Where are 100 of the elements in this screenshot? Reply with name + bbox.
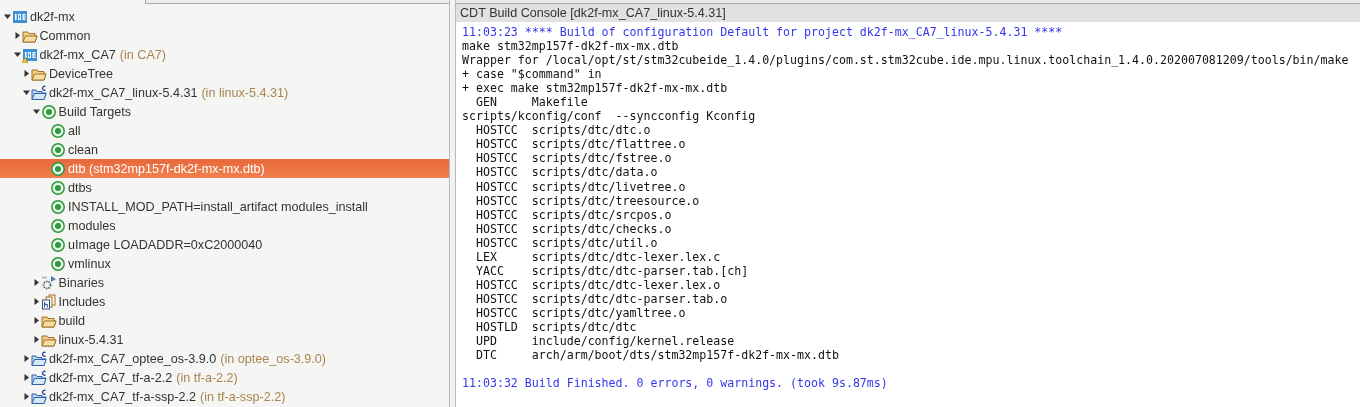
console-line: 11:03:23 **** Build of configuration Default for project dk2f-mx_CA7_linux-5.4.31 **** [462, 25, 1063, 40]
collapsed-arrow-icon[interactable] [32, 336, 40, 343]
console-line: DTC arch/arm/boot/dts/stm32mp157f-dk2f-mx-mx.dtb [474, 348, 839, 363]
tree-item[interactable]: dk2f-mx_CA7_linux-5.4.31 (in linux-5.4.31) [0, 83, 449, 102]
target-icon [40, 103, 57, 120]
target-icon [50, 122, 66, 139]
target-icon [50, 236, 66, 253]
tree-item-label: modules [68, 218, 116, 233]
tree-item-label: Binaries [58, 275, 104, 290]
tree-item-label: dk2f-mx_CA7_tf-a-2.2 [49, 370, 173, 385]
binaries-icon [40, 274, 57, 291]
tree-item[interactable]: dtbs [0, 178, 449, 197]
console-line: GEN Makefile [474, 95, 588, 110]
c-project-folder-icon [31, 369, 47, 386]
tree-item[interactable]: dk2f-mx [0, 7, 449, 26]
location-label: (in linux-5.4.31) [201, 85, 289, 100]
console-line: HOSTCC scripts/dtc/srcpos.o [474, 207, 672, 222]
ide-project-warning-icon [21, 46, 38, 63]
console-line: HOSTCC scripts/dtc/dtc.o [474, 123, 651, 138]
location-label: (in optee_os-3.9.0) [220, 351, 327, 366]
tree-item[interactable]: all [0, 121, 449, 140]
tree-item-label: uImage LOADADDR=0xC2000040 [68, 237, 263, 252]
collapsed-arrow-icon[interactable] [23, 393, 30, 400]
c-project-folder-icon [31, 350, 47, 367]
tree-item[interactable]: Build Targets [0, 102, 449, 121]
collapsed-arrow-icon[interactable] [32, 279, 40, 286]
console-line: make stm32mp157f-dk2f-mx-mx.dtb [462, 39, 679, 54]
tree-item[interactable]: vmlinux [0, 254, 449, 273]
collapsed-arrow-icon[interactable] [32, 317, 40, 324]
expanded-arrow-icon[interactable] [13, 51, 21, 58]
console-line: UPD include/config/kernel.release [474, 334, 735, 349]
console-line: HOSTCC scripts/dtc/dtc-lexer.lex.o [474, 277, 721, 292]
console-line: HOSTLD scripts/dtc/dtc [474, 320, 637, 335]
console-line: + exec make stm32mp157f-dk2f-mx-mx.dtb [462, 81, 728, 96]
tree-item[interactable]: dk2f-mx_CA7_tf-a-ssp-2.2 (in tf-a-ssp-2.2) [0, 387, 449, 406]
expanded-arrow-icon[interactable] [4, 13, 11, 20]
tree-item[interactable]: INSTALL_MOD_PATH=install_artifact modules_install [0, 197, 449, 216]
expanded-arrow-icon[interactable] [32, 108, 40, 115]
collapsed-arrow-icon[interactable] [23, 70, 30, 77]
tree-item-label: DeviceTree [49, 66, 113, 81]
tree-item-label: clean [68, 142, 99, 157]
tree-item[interactable]: dk2f-mx_CA7_optee_os-3.9.0 (in optee_os-3.9.0) [0, 349, 449, 368]
target-icon [50, 217, 66, 234]
console-line: HOSTCC scripts/dtc/treesource.o [474, 193, 700, 208]
tree-item-label: dk2f-mx_CA7_linux-5.4.31 [49, 85, 198, 100]
ide-project-icon [12, 8, 28, 25]
tree-item-label: dtbs [68, 180, 92, 195]
tree-item-label: dk2f-mx_CA7_tf-a-ssp-2.2 [49, 389, 196, 404]
tree-item-label: linux-5.4.31 [58, 332, 124, 347]
collapsed-arrow-icon[interactable] [13, 32, 21, 39]
tree-item-label: Common [39, 28, 91, 43]
tree-item-label: dk2f-mx_CA7_optee_os-3.9.0 [49, 351, 217, 366]
expanded-arrow-icon[interactable] [23, 89, 30, 96]
tree-item-label: INSTALL_MOD_PATH=install_artifact modules_install [68, 199, 368, 214]
tree-item[interactable]: modules [0, 216, 449, 235]
console-line: HOSTCC scripts/dtc/data.o [474, 165, 658, 180]
tree-item-label: all [68, 123, 81, 138]
console-line: HOSTCC scripts/dtc/livetree.o [474, 179, 686, 194]
tree-item[interactable]: dk2f-mx_CA7_tf-a-2.2 (in tf-a-2.2) [0, 368, 449, 387]
tree-item[interactable]: Includes [0, 292, 449, 311]
tree-item-label: dtb (stm32mp157f-dk2f-mx-mx.dtb) [68, 161, 265, 176]
c-project-folder-icon [31, 84, 47, 101]
location-label: (in tf-a-ssp-2.2) [200, 389, 286, 404]
tree-item-label: vmlinux [68, 256, 111, 271]
tree-item[interactable]: uImage LOADADDR=0xC2000040 [0, 235, 449, 254]
location-label: (in tf-a-2.2) [176, 370, 238, 385]
collapsed-arrow-icon[interactable] [32, 298, 40, 305]
includes-icon [40, 293, 57, 310]
location-label: (in CA7) [119, 47, 166, 62]
tree-item[interactable]: linux-5.4.31 [0, 330, 449, 349]
tree-item[interactable]: Binaries [0, 273, 449, 292]
tree-item[interactable]: clean [0, 140, 449, 159]
console-line: YACC scripts/dtc/dtc-parser.tab.[ch] [474, 263, 749, 278]
console-line: HOSTCC scripts/dtc/dtc-parser.tab.o [474, 291, 728, 306]
tree-item-label: build [58, 313, 86, 328]
console-title: CDT Build Console [dk2f-mx_CA7_linux-5.4.31] [456, 4, 1360, 22]
tree-item[interactable]: dk2f-mx_CA7 (in CA7) [0, 45, 449, 64]
tree-item[interactable]: Common [0, 26, 449, 45]
c-project-folder-icon [31, 388, 47, 405]
tree-item[interactable]: build [0, 311, 449, 330]
console-line: HOSTCC scripts/dtc/checks.o [474, 221, 672, 236]
console-line: Wrapper for /local/opt/st/stm32cubeide_1.4.0/plugins/com.st.stm32cube.ide.mpu.linux.toolchain_1.4.0.202007081209/tools/bin/make [462, 53, 1349, 68]
console-line: HOSTCC scripts/dtc/fstree.o [474, 151, 672, 166]
target-icon [50, 141, 66, 158]
tree-item[interactable]: DeviceTree [0, 64, 449, 83]
target-icon [50, 179, 66, 196]
tree-item-label: dk2f-mx [30, 9, 75, 24]
console-line: HOSTCC scripts/dtc/flattree.o [474, 137, 686, 152]
collapsed-arrow-icon[interactable] [23, 355, 30, 362]
console-line: HOSTCC scripts/dtc/yamltree.o [474, 305, 686, 320]
console-line: scripts/kconfig/conf --syncconfig Kconfig [462, 109, 756, 124]
console-line: LEX scripts/dtc/dtc-lexer.lex.c [474, 249, 721, 264]
console-line: HOSTCC scripts/dtc/util.o [474, 235, 658, 250]
target-icon [50, 255, 66, 272]
tree-item-label: dk2f-mx_CA7 [39, 47, 116, 62]
console-line: + case "$command" in [462, 67, 602, 82]
tree-item-label: Includes [58, 294, 106, 309]
target-icon [50, 198, 66, 215]
collapsed-arrow-icon[interactable] [23, 374, 30, 381]
tree-item-label: Build Targets [58, 104, 132, 119]
